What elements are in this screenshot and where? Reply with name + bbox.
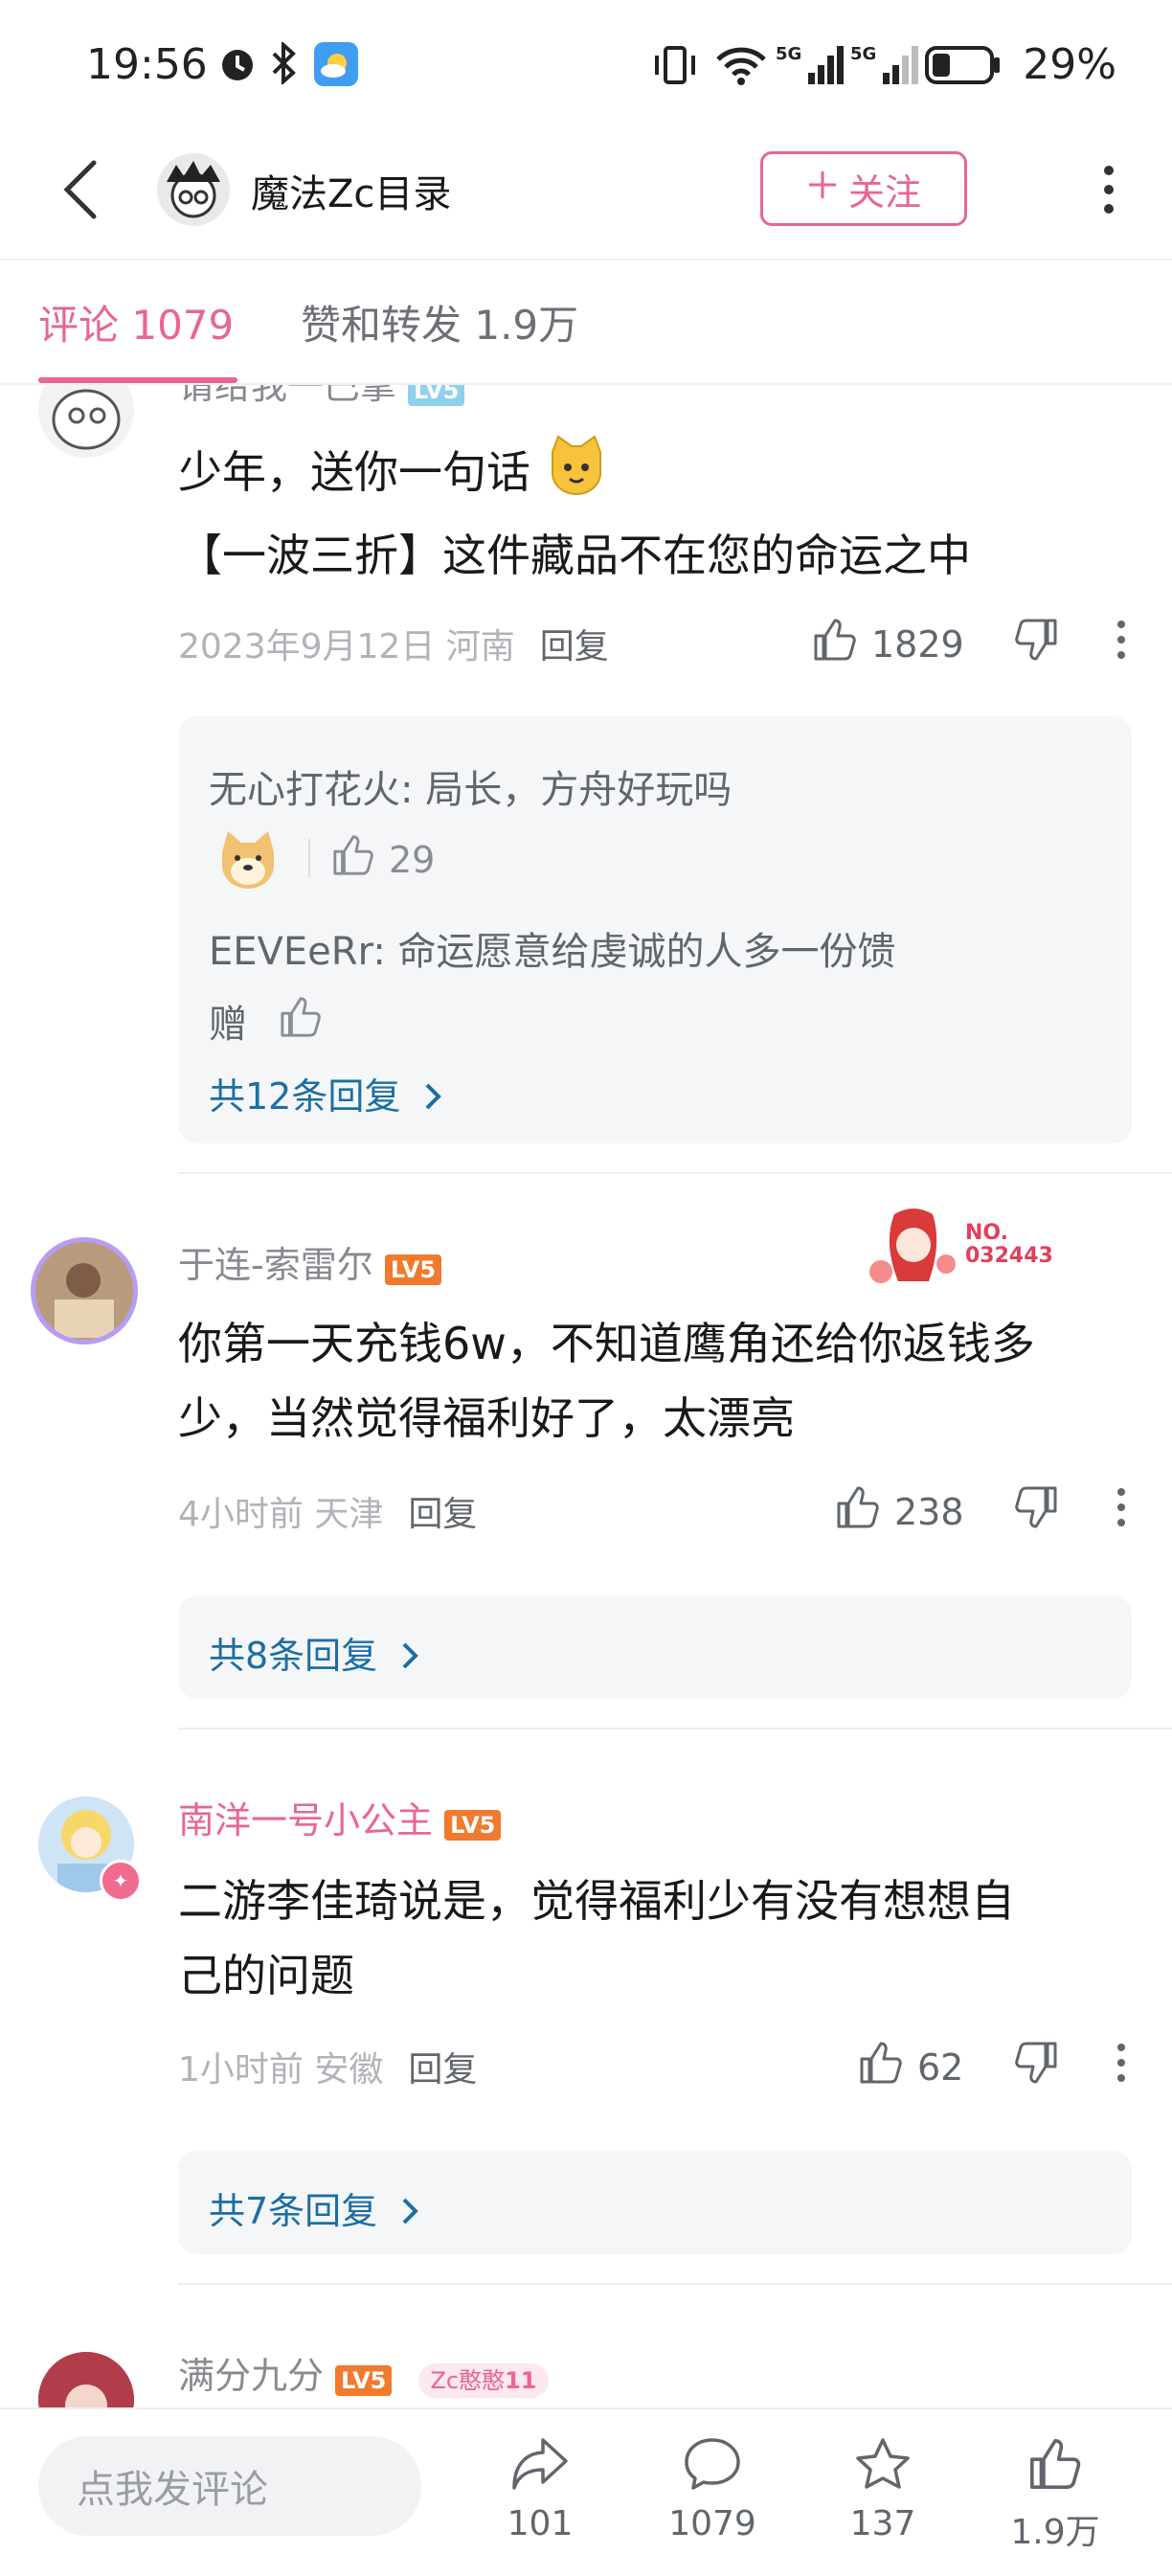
avatar[interactable] bbox=[38, 385, 134, 458]
thumbs-down-icon[interactable] bbox=[1013, 1484, 1059, 1534]
like-button[interactable]: 62 bbox=[858, 2040, 963, 2094]
chevron-right-icon bbox=[400, 2193, 419, 2235]
level-badge: LV5 bbox=[444, 1810, 502, 1841]
reply-preview[interactable]: 共8条回复 bbox=[178, 1595, 1132, 1699]
avatar[interactable] bbox=[31, 1237, 138, 1344]
divider bbox=[308, 839, 310, 877]
comment-meta: 2023年9月12日 河南 回复 bbox=[178, 627, 609, 667]
avatar[interactable] bbox=[157, 153, 230, 226]
vip-badge-icon: ✦ bbox=[100, 1860, 142, 1902]
divider bbox=[178, 1728, 1172, 1729]
like-button[interactable]: 1829 bbox=[812, 617, 964, 671]
more-icon[interactable] bbox=[1115, 1486, 1128, 1532]
follow-label: 关注 bbox=[847, 170, 921, 214]
like-post-button[interactable]: 1.9万 bbox=[988, 2436, 1122, 2554]
back-icon[interactable] bbox=[59, 159, 105, 220]
chevron-right-icon bbox=[400, 1638, 419, 1680]
star-icon bbox=[853, 2438, 913, 2500]
divider bbox=[0, 259, 1172, 260]
like-button[interactable]: 238 bbox=[835, 1484, 964, 1539]
bluetooth-icon bbox=[270, 40, 299, 88]
divider bbox=[178, 2283, 1172, 2285]
signal-5g-icon: 5G bbox=[776, 42, 846, 90]
view-more-replies[interactable]: 共8条回复 bbox=[209, 1626, 419, 1680]
reply-text: 无心打花火: 局长，方舟好玩吗 bbox=[209, 768, 732, 812]
reply-text: EEVEeRr: 命运愿意给虔诚的人多一份馈 赠 bbox=[209, 915, 896, 1063]
level-badge: LV5 bbox=[384, 1254, 442, 1285]
view-more-replies[interactable]: 共7条回复 bbox=[209, 2181, 419, 2235]
signal-5g-icon: 5G bbox=[850, 42, 921, 90]
page-title: 魔法Zc目录 bbox=[251, 172, 452, 216]
svg-text:5G: 5G bbox=[850, 44, 876, 64]
fan-badge: NO. 032443 bbox=[866, 1205, 1076, 1300]
battery-icon bbox=[925, 46, 1002, 88]
tab-comments[interactable]: 评论 1079 bbox=[38, 293, 234, 351]
thumbs-down-icon[interactable] bbox=[1013, 2040, 1059, 2090]
level-badge: LV5 bbox=[335, 2365, 393, 2396]
status-time: 19:56 bbox=[86, 40, 208, 89]
badge-number: NO. 032443 bbox=[965, 1221, 1053, 1268]
share-icon bbox=[510, 2438, 570, 2500]
thumbs-down-icon[interactable] bbox=[1013, 617, 1059, 667]
more-icon[interactable] bbox=[1115, 2042, 1128, 2088]
comment-author[interactable]: 请给我一巴掌 LV5 bbox=[178, 385, 465, 409]
share-button[interactable]: 101 bbox=[473, 2436, 607, 2543]
more-menu-icon[interactable] bbox=[1099, 163, 1118, 216]
comment-text: 你第一天充钱6w，不知道鹰角还给你返钱多 少，当然觉得福利好了，太漂亮 bbox=[178, 1318, 1035, 1444]
thumbs-up-icon bbox=[835, 1484, 881, 1539]
weather-icon bbox=[314, 42, 358, 86]
reply-button[interactable]: 回复 bbox=[408, 2050, 477, 2090]
vibrate-icon bbox=[651, 44, 699, 90]
doge-emoji-icon bbox=[216, 827, 280, 894]
favorite-button[interactable]: 137 bbox=[816, 2436, 950, 2543]
thumbs-up-icon bbox=[1026, 2439, 1085, 2500]
reply-preview[interactable]: 无心打花火: 局长，方舟好玩吗 29 EEVEeRr: 命运愿意给虔诚的人多一份… bbox=[178, 716, 1132, 1143]
comment-author[interactable]: 满分九分 LV5 Zc憨憨11 bbox=[178, 2346, 549, 2399]
thumbs-up-icon bbox=[858, 2040, 904, 2094]
comment-meta: 4小时前 天津 回复 bbox=[178, 1495, 478, 1534]
tab-likes-reposts[interactable]: 赞和转发 1.9万 bbox=[301, 293, 578, 351]
comment-author[interactable]: 南洋一号小公主 LV5 bbox=[178, 1791, 502, 1843]
level-badge: LV5 bbox=[408, 385, 465, 406]
reply-preview[interactable]: 共7条回复 bbox=[178, 2151, 1132, 2254]
reply-button[interactable]: 回复 bbox=[540, 627, 609, 667]
comment-input[interactable]: 点我发评论 bbox=[38, 2436, 421, 2536]
follow-button[interactable]: 关注 bbox=[760, 151, 967, 226]
avatar[interactable] bbox=[38, 2352, 134, 2407]
comment-list[interactable]: 请给我一巴掌 LV5 少年，送你一句话 【一波三折】这件藏品不在您的命运之中 2… bbox=[0, 385, 1172, 2407]
more-icon[interactable] bbox=[1115, 619, 1128, 665]
comment-meta: 1小时前 安徽 回复 bbox=[178, 2050, 478, 2090]
reply-button[interactable]: 回复 bbox=[408, 1495, 477, 1534]
thumbs-up-icon[interactable] bbox=[279, 990, 323, 1063]
cat-emoji-icon bbox=[545, 433, 608, 518]
fan-badge: Zc憨憨11 bbox=[418, 2363, 549, 2398]
comment-text: 少年，送你一句话 【一波三折】这件藏品不在您的命运之中 bbox=[178, 433, 1172, 593]
alarm-icon bbox=[216, 42, 259, 88]
comment-text: 二游李佳琦说是，觉得福利少有没有想想自 己的问题 bbox=[178, 1875, 1015, 2001]
view-more-replies[interactable]: 共12条回复 bbox=[209, 1067, 442, 1120]
battery-percent: 29% bbox=[1023, 40, 1116, 89]
comment-author[interactable]: 于连-索雷尔 LV5 bbox=[178, 1235, 442, 1288]
chevron-right-icon bbox=[423, 1078, 442, 1120]
wifi-icon bbox=[714, 44, 768, 90]
thumbs-up-icon bbox=[331, 833, 375, 886]
plus-icon bbox=[806, 168, 839, 210]
reply-like-button[interactable]: 29 bbox=[331, 833, 435, 886]
svg-text:5G: 5G bbox=[776, 44, 801, 64]
comments-button[interactable]: 1079 bbox=[645, 2436, 779, 2543]
thumbs-up-icon bbox=[812, 617, 858, 671]
comment-bubble-icon bbox=[683, 2438, 742, 2500]
divider bbox=[178, 1172, 1172, 1174]
